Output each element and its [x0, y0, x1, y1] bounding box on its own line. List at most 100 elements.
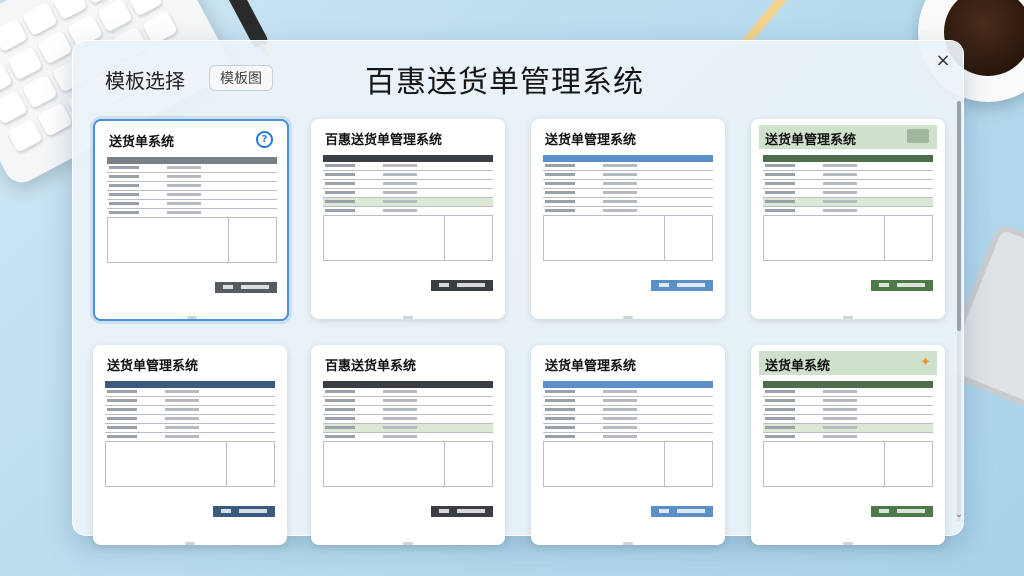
form-divider — [884, 216, 885, 260]
form-footer — [651, 506, 713, 517]
form-body — [543, 442, 713, 487]
form-row — [107, 200, 277, 209]
form-row — [323, 189, 493, 198]
form-row — [543, 406, 713, 415]
form-divider — [226, 442, 227, 486]
form-header — [323, 381, 493, 388]
card-indicator — [843, 542, 853, 545]
template-card-title: 送货单管理系统 — [545, 359, 637, 374]
form-row — [763, 180, 933, 189]
form-row — [543, 397, 713, 406]
form-row — [763, 189, 933, 198]
form-row — [543, 207, 713, 216]
info-icon[interactable]: ? — [256, 131, 273, 148]
form-body — [107, 218, 277, 263]
form-row — [107, 164, 277, 173]
template-card[interactable]: 送货单系统? — [93, 119, 289, 321]
close-icon[interactable]: × — [931, 49, 955, 73]
tab-label: 模板选择 — [105, 69, 185, 93]
form-row — [763, 433, 933, 442]
form-row — [105, 397, 275, 406]
form-row — [763, 388, 933, 397]
form-row — [107, 209, 277, 218]
template-card[interactable]: 送货单管理系统 — [93, 345, 287, 545]
form-body — [323, 216, 493, 261]
form-preview — [105, 381, 275, 521]
form-header — [763, 155, 933, 162]
template-card[interactable]: 送货单系统 ✦ — [751, 345, 945, 545]
form-row — [763, 397, 933, 406]
template-card-title: 百惠送货单系统 — [325, 359, 417, 374]
form-row — [763, 198, 933, 207]
form-row — [543, 189, 713, 198]
form-row — [543, 433, 713, 442]
form-row — [323, 388, 493, 397]
template-card[interactable]: 送货单管理系统 — [751, 119, 945, 319]
form-row — [323, 433, 493, 442]
card-indicator — [185, 542, 195, 545]
card-indicator — [843, 316, 853, 319]
form-preview — [323, 155, 493, 295]
template-card[interactable]: 送货单管理系统 — [531, 119, 725, 319]
pencil — [741, 0, 788, 46]
scroll-thumb[interactable] — [957, 101, 961, 331]
form-body — [763, 442, 933, 487]
form-row — [105, 415, 275, 424]
form-header — [543, 155, 713, 162]
template-card-title: 送货单管理系统 — [765, 133, 857, 148]
form-row — [763, 415, 933, 424]
card-indicator — [623, 316, 633, 319]
form-header — [323, 155, 493, 162]
tab-badge[interactable]: 模板图 — [209, 65, 273, 91]
form-row — [763, 162, 933, 171]
form-row — [323, 162, 493, 171]
form-row — [763, 171, 933, 180]
template-card-title: 送货单管理系统 — [545, 133, 637, 148]
card-indicator — [403, 542, 413, 545]
form-footer — [871, 506, 933, 517]
template-card-title: 送货单管理系统 — [107, 359, 199, 374]
form-row — [763, 424, 933, 433]
form-footer — [871, 280, 933, 291]
form-footer — [431, 280, 493, 291]
template-card-title: 送货单系统 — [765, 359, 831, 374]
form-header — [543, 381, 713, 388]
form-row — [107, 191, 277, 200]
form-divider — [884, 442, 885, 486]
form-header — [763, 381, 933, 388]
form-divider — [444, 442, 445, 486]
form-footer — [215, 282, 277, 293]
form-row — [105, 406, 275, 415]
sparkle-icon: ✦ — [920, 355, 931, 370]
form-row — [323, 424, 493, 433]
stamp-icon — [907, 129, 929, 143]
form-footer — [651, 280, 713, 291]
template-card[interactable]: 送货单管理系统 — [531, 345, 725, 545]
form-row — [105, 424, 275, 433]
template-selection-window: 模板选择 模板图 百惠送货单管理系统 × ⌄ 送货单系统? 百惠送货单管理系统 送货… — [72, 40, 967, 545]
form-body — [323, 442, 493, 487]
form-header — [107, 157, 277, 164]
form-preview — [323, 381, 493, 521]
scrollbar[interactable] — [957, 101, 961, 521]
form-row — [763, 406, 933, 415]
card-indicator — [403, 316, 413, 319]
template-card[interactable]: 百惠送货单管理系统 — [311, 119, 505, 319]
form-row — [543, 388, 713, 397]
form-preview — [543, 155, 713, 295]
template-card[interactable]: 百惠送货单系统 — [311, 345, 505, 545]
card-indicator — [623, 542, 633, 545]
form-row — [107, 182, 277, 191]
form-divider — [664, 442, 665, 486]
template-card-title: 百惠送货单管理系统 — [325, 133, 443, 148]
form-preview — [107, 157, 277, 297]
form-body — [105, 442, 275, 487]
app-title: 百惠送货单管理系统 — [365, 65, 644, 100]
form-preview — [763, 381, 933, 521]
form-row — [323, 171, 493, 180]
form-footer — [213, 506, 275, 517]
form-preview — [543, 381, 713, 521]
scroll-down-icon[interactable]: ⌄ — [951, 509, 967, 523]
form-row — [323, 180, 493, 189]
form-divider — [228, 218, 229, 262]
